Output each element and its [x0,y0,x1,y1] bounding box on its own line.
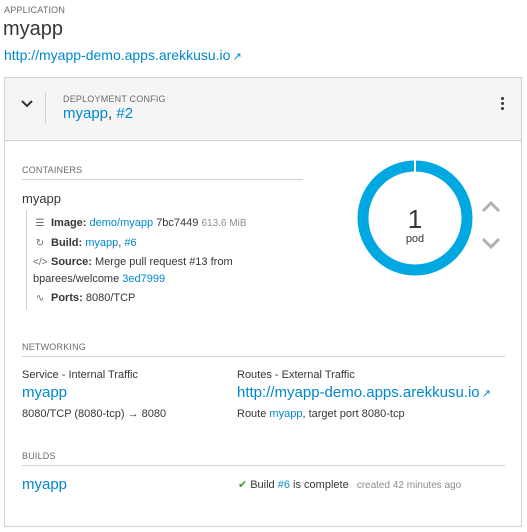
deployment-config-title: myapp, #2 [63,105,133,122]
application-url-link[interactable]: http://myapp-demo.apps.arekkusu.io ↗ [4,47,242,63]
route-description: Route myapp, target port 8080-tcp [237,408,405,420]
build-status: ✔ Build #6 is complete created 42 minutes … [238,478,461,491]
route-name-link[interactable]: myapp [269,408,302,420]
deployment-config-name-link[interactable]: myapp [63,105,108,122]
application-section-label: APPLICATION [4,5,66,15]
service-ports: 8080/TCP (8080-tcp) → 8080 [22,408,167,420]
route-url-text[interactable]: http://myapp-demo.apps.arekkusu.io [237,384,480,401]
containers-section-label: CONTAINERS [22,165,83,175]
deployment-config-label: DEPLOYMENT CONFIG [63,94,166,104]
build-status-prefix: Build [250,479,278,491]
image-repo-link[interactable]: demo/myapp [90,217,154,229]
build-label: Build: [51,237,83,249]
container-ports-row: ∿ Ports: 8080/TCP [33,290,293,307]
chevron-up-icon[interactable] [480,200,502,214]
build-config-link[interactable]: myapp [85,237,118,249]
networking-section-label: NETWORKING [22,342,86,352]
build-number-link[interactable]: #6 [124,237,136,249]
application-url-text[interactable]: http://myapp-demo.apps.arekkusu.io [4,47,230,63]
ports-value: 8080/TCP [85,292,136,304]
code-icon: </> [33,257,48,268]
containers-divider [22,179,303,180]
route-title: Routes - External Traffic [237,369,355,381]
chevron-down-icon[interactable] [17,93,37,113]
kebab-menu-icon[interactable] [501,97,505,113]
image-label: Image: [51,217,87,229]
builds-section-label: BUILDS [22,451,56,461]
deployment-revision-link[interactable]: #2 [116,105,133,122]
pod-count: 1 [407,204,423,234]
header-divider [45,92,46,124]
external-link-icon[interactable]: ↗ [482,388,491,400]
build-status-suffix: is complete [290,479,349,491]
build-created-time: created 42 minutes ago [356,480,462,491]
image-stack-icon: ☰ [35,218,45,229]
container-image-row: ☰ Image: demo/myapp 7bc7449 613.6 MiB [33,215,293,232]
chevron-down-icon[interactable] [480,236,502,250]
container-details-rail [26,210,27,310]
route-prefix: Route [237,408,270,420]
service-title: Service - Internal Traffic [22,369,138,381]
check-icon: ✔ [238,479,248,491]
source-label: Source: [51,256,92,268]
route-url-link[interactable]: http://myapp-demo.apps.arekkusu.io ↗ [237,384,491,401]
route-target-port: , target port 8080-tcp [302,408,405,420]
container-source-row: </> Source: Merge pull request #13 from b… [33,254,293,287]
refresh-icon: ↻ [35,238,45,249]
pulse-icon: ∿ [35,293,45,304]
deployment-card-header: DEPLOYMENT CONFIG myapp, #2 [5,78,521,141]
build-status-number-link[interactable]: #6 [278,479,290,491]
build-config-name-link[interactable]: myapp [22,476,67,493]
application-name: myapp [3,18,64,40]
source-commit-link[interactable]: 3ed7999 [122,273,165,285]
pod-label: pod [405,233,425,245]
container-name: myapp [22,191,62,206]
service-name-link[interactable]: myapp [22,384,67,401]
external-link-icon[interactable]: ↗ [232,51,241,63]
container-build-row: ↻ Build: myapp, #6 [33,235,293,252]
image-digest: 7bc7449 [156,217,199,229]
networking-divider [22,356,505,357]
ports-label: Ports: [51,292,83,304]
builds-divider [22,465,505,466]
image-size: 613.6 MiB [201,218,247,229]
